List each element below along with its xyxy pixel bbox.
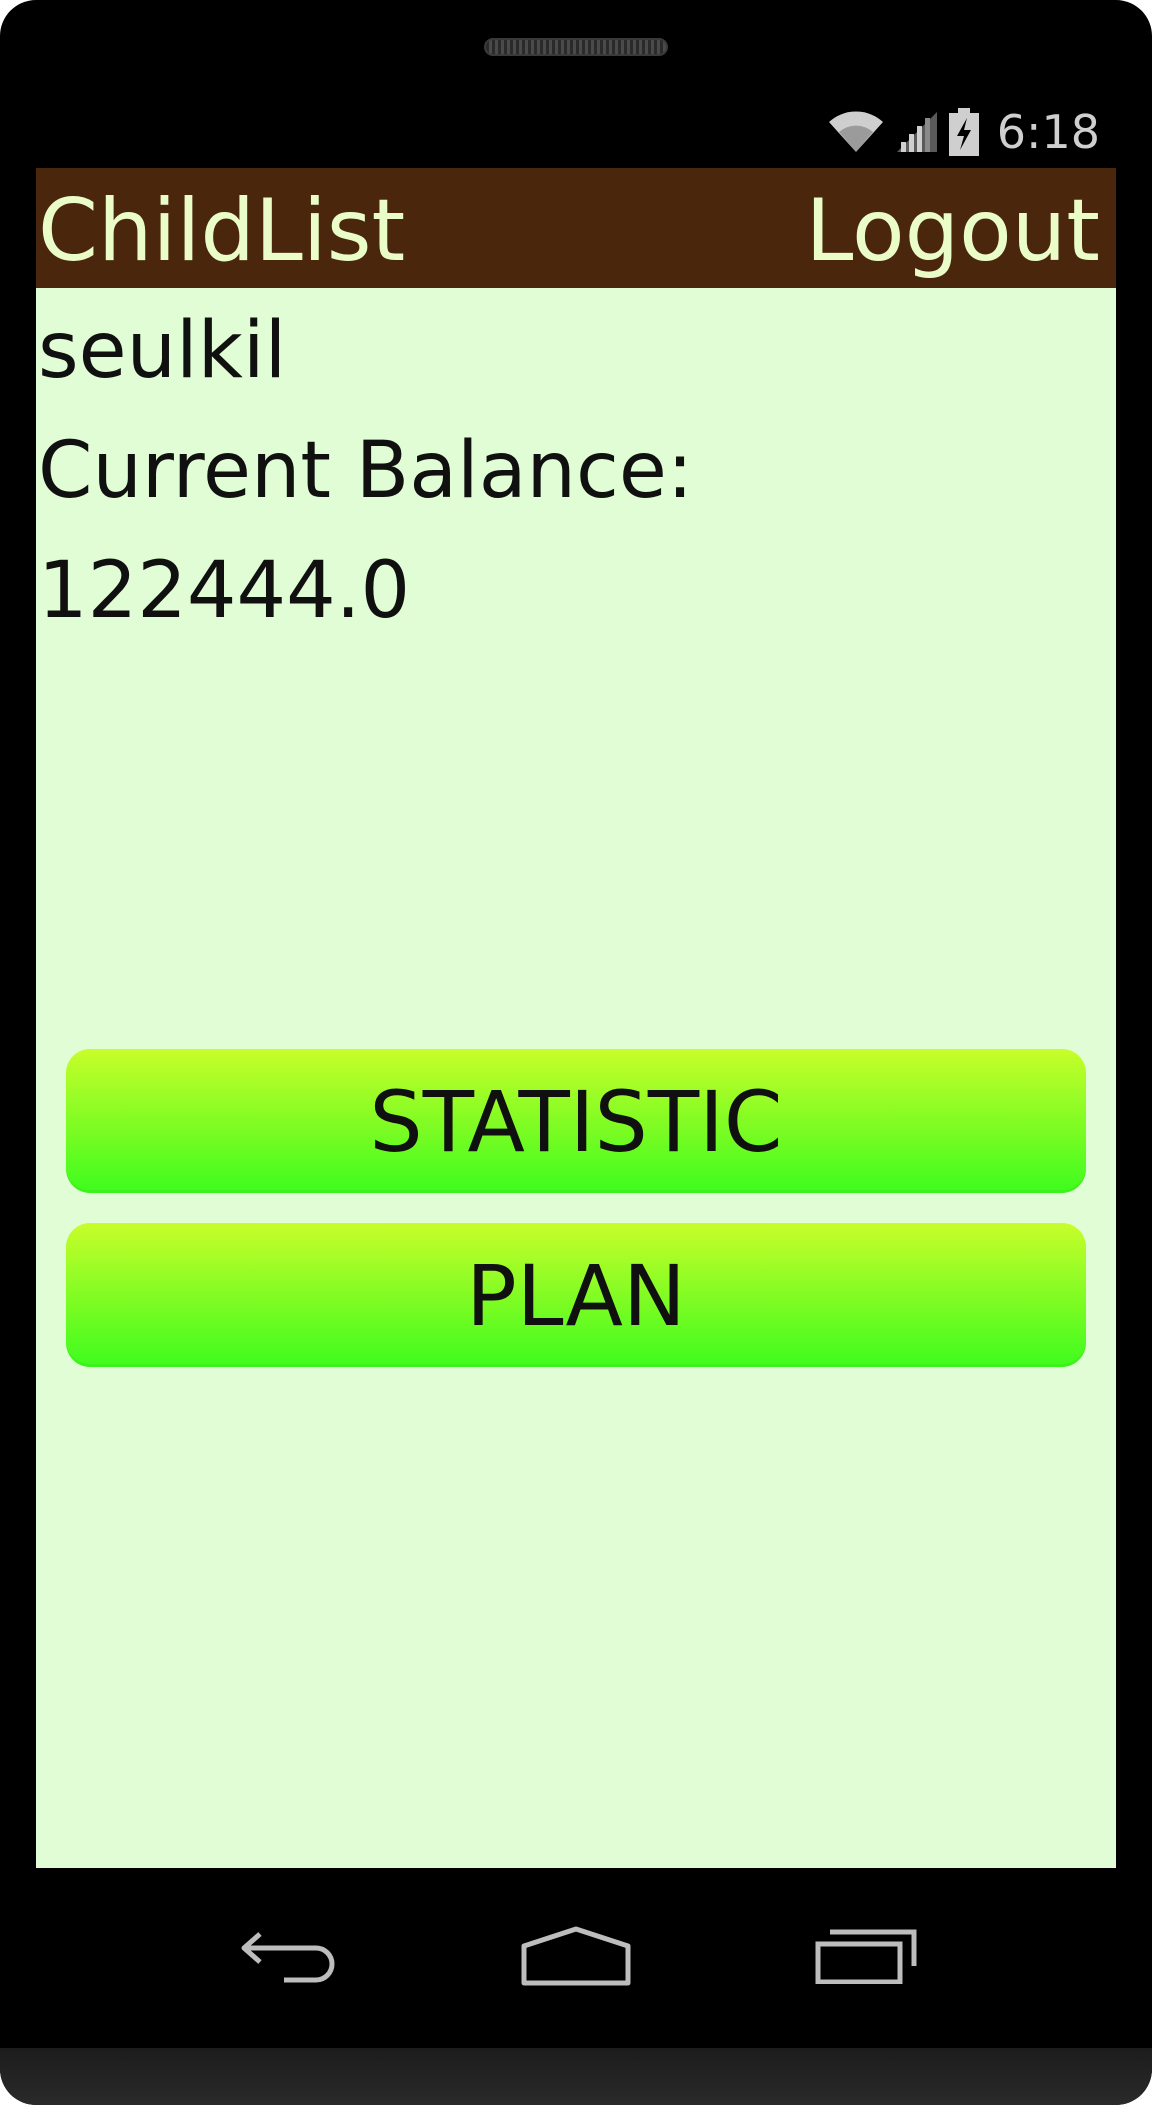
phone-bottom-bezel (0, 2048, 1152, 2105)
status-time: 6:18 (996, 105, 1100, 159)
wifi-icon (827, 110, 885, 154)
app-screen: ChildList Logout seulkil Current Balance… (36, 168, 1116, 1868)
logout-button[interactable]: Logout (806, 188, 1100, 274)
phone-frame: 6:18 ChildList Logout seulkil Current Ba… (0, 0, 1152, 2105)
battery-charging-icon (948, 108, 979, 156)
home-button[interactable] (506, 1910, 646, 2006)
child-name: seulkil (38, 306, 287, 396)
home-icon (520, 1926, 632, 1990)
app-title: ChildList (38, 181, 406, 281)
navigation-bar (36, 1868, 1116, 2048)
back-arrow-icon (238, 1928, 342, 1988)
back-button[interactable] (220, 1910, 360, 2006)
recent-apps-button[interactable] (796, 1910, 936, 2006)
status-icons: 6:18 (827, 104, 1100, 160)
speaker-grille (484, 38, 668, 56)
app-bar: ChildList Logout (36, 168, 1116, 288)
signal-icon (895, 110, 939, 154)
balance-label: Current Balance: (38, 426, 694, 516)
status-bar: 6:18 (36, 100, 1116, 168)
recent-apps-icon (814, 1928, 918, 1988)
statistic-button[interactable]: STATISTIC (66, 1049, 1086, 1193)
plan-button[interactable]: PLAN (66, 1223, 1086, 1367)
balance-value: 122444.0 (38, 546, 411, 636)
